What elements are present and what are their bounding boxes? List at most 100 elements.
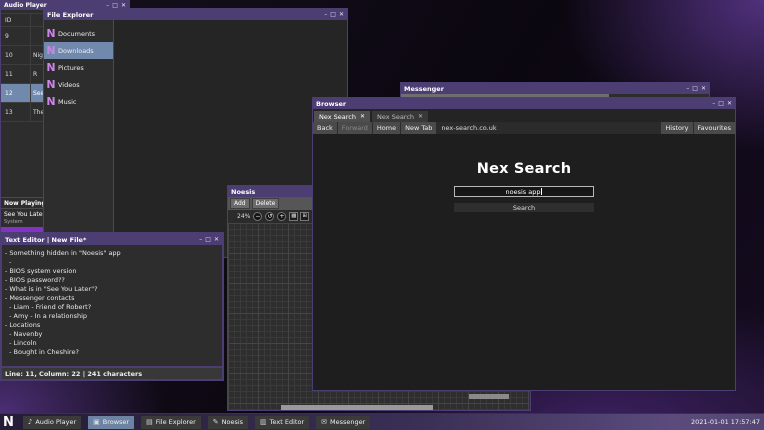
browser-nav-button[interactable]: Forward bbox=[338, 122, 373, 134]
folder-label: Downloads bbox=[58, 47, 94, 55]
taskbar-app-label: Noesis bbox=[222, 418, 243, 426]
taskbar-app-icon: ✉ bbox=[321, 419, 327, 426]
url-bar[interactable]: nex-search.co.uk bbox=[437, 122, 660, 134]
track-id: 9 bbox=[1, 27, 31, 45]
file-explorer-window-controls: – □ ✕ bbox=[324, 12, 344, 18]
taskbar-app-label: File Explorer bbox=[156, 418, 196, 426]
sidebar-folder-item[interactable]: N Videos bbox=[44, 76, 113, 93]
minimize-icon[interactable]: – bbox=[324, 12, 327, 18]
browser-menu-button[interactable]: Favourites bbox=[693, 122, 735, 134]
browser-titlebar[interactable]: Browser – □ ✕ bbox=[313, 98, 735, 109]
taskbar-app-button[interactable]: ▣ Browser bbox=[88, 416, 134, 429]
browser-nav-button[interactable]: Home bbox=[373, 122, 401, 134]
editor-line: - Something hidden in "Noesis" app bbox=[5, 249, 219, 258]
taskbar-app-button[interactable]: ♪ Audio Player bbox=[23, 416, 81, 429]
taskbar-app-icon: ▣ bbox=[93, 419, 100, 426]
taskbar: N ♪ Audio Player ▣ Browser ▤ File Explor… bbox=[0, 413, 764, 430]
sidebar-folder-item[interactable]: N Downloads bbox=[44, 42, 113, 59]
tab-label: Nex Search bbox=[319, 113, 356, 121]
browser-nav-buttons: BackForwardHomeNew Tab bbox=[313, 122, 437, 134]
editor-line: - Bought in Cheshire? bbox=[5, 348, 219, 357]
tab-close-icon[interactable]: ✕ bbox=[418, 113, 423, 120]
close-icon[interactable]: ✕ bbox=[727, 101, 732, 107]
taskbar-app-icon: ▤ bbox=[146, 419, 153, 426]
maximize-icon[interactable]: □ bbox=[205, 237, 211, 243]
desktop: Audio Player – □ ✕ ID 9 10 Nigh bbox=[0, 0, 764, 430]
canvas-toggle-button[interactable]: ⊞ bbox=[300, 212, 309, 221]
noesis-toolbar-button[interactable]: Add bbox=[230, 198, 250, 209]
editor-line: - bbox=[5, 258, 219, 267]
minimize-icon[interactable]: – bbox=[199, 237, 202, 243]
messenger-titlebar[interactable]: Messenger – □ ✕ bbox=[401, 83, 709, 94]
browser-window-controls: – □ ✕ bbox=[712, 101, 732, 107]
folder-n-icon: N bbox=[45, 79, 57, 90]
minimize-icon[interactable]: – bbox=[686, 86, 689, 92]
editor-line: - Amy - In a relationship bbox=[5, 312, 219, 321]
folder-n-icon: N bbox=[45, 45, 57, 56]
noesis-toolbar-button[interactable]: Delete bbox=[252, 198, 280, 209]
search-input[interactable]: noesis app bbox=[454, 186, 594, 197]
taskbar-app-button[interactable]: ✎ Noesis bbox=[208, 416, 248, 429]
close-icon[interactable]: ✕ bbox=[701, 86, 706, 92]
canvas-toggles: ▦⊞ bbox=[289, 212, 309, 221]
search-input-value: noesis app bbox=[506, 188, 541, 196]
editor-line: - BIOS system version bbox=[5, 267, 219, 276]
folder-n-icon: N bbox=[45, 28, 57, 39]
zoom-control-button[interactable]: + bbox=[277, 212, 286, 221]
search-button[interactable]: Search bbox=[454, 203, 594, 212]
browser-tab[interactable]: Nex Search ✕ bbox=[314, 111, 370, 122]
taskbar-app-label: Browser bbox=[103, 418, 129, 426]
text-editor-titlebar[interactable]: Text Editor | New File* – □ ✕ bbox=[2, 234, 222, 245]
taskbar-app-label: Audio Player bbox=[35, 418, 76, 426]
canvas-scrollbar-thumb[interactable] bbox=[469, 394, 509, 399]
browser-menu-button[interactable]: History bbox=[660, 122, 692, 134]
folder-sidebar: N Documents N Downloads N Pictures N Vid… bbox=[44, 20, 114, 257]
editor-text-area[interactable]: - Something hidden in "Noesis" app -- BI… bbox=[2, 245, 222, 366]
zoom-control-button[interactable]: ↺ bbox=[265, 212, 274, 221]
taskbar-app-icon: ♪ bbox=[28, 419, 32, 426]
text-cursor bbox=[541, 188, 542, 195]
id-column-header: ID bbox=[1, 14, 31, 26]
maximize-icon[interactable]: □ bbox=[718, 101, 724, 107]
taskbar-app-button[interactable]: ✉ Messenger bbox=[316, 416, 370, 429]
maximize-icon[interactable]: □ bbox=[330, 12, 336, 18]
browser-title: Browser bbox=[316, 100, 712, 108]
close-icon[interactable]: ✕ bbox=[339, 12, 344, 18]
editor-status-bar: Line: 11, Column: 22 | 241 characters bbox=[2, 366, 222, 379]
minimize-icon[interactable]: – bbox=[712, 101, 715, 107]
sidebar-folder-item[interactable]: N Music bbox=[44, 93, 113, 110]
close-icon[interactable]: ✕ bbox=[214, 237, 219, 243]
editor-line: - What is in "See You Later"? bbox=[5, 285, 219, 294]
folder-label: Videos bbox=[58, 81, 80, 89]
editor-line: - BIOS password?? bbox=[5, 276, 219, 285]
horizontal-scrollbar-thumb[interactable] bbox=[281, 405, 433, 410]
sidebar-folder-item[interactable]: N Pictures bbox=[44, 59, 113, 76]
folder-label: Documents bbox=[58, 30, 95, 38]
tab-close-icon[interactable]: ✕ bbox=[360, 113, 365, 120]
browser-window: Browser – □ ✕ Nex Search ✕ Nex Search ✕ … bbox=[312, 97, 736, 391]
file-explorer-title: File Explorer bbox=[47, 11, 324, 19]
search-engine-heading: Nex Search bbox=[313, 161, 735, 177]
text-editor-window-controls: – □ ✕ bbox=[199, 237, 219, 243]
start-menu-n-logo[interactable]: N bbox=[3, 416, 14, 429]
taskbar-app-button[interactable]: ▥ Text Editor bbox=[255, 416, 309, 429]
browser-nav-button[interactable]: Back bbox=[313, 122, 338, 134]
editor-line: - Navenby bbox=[5, 330, 219, 339]
taskbar-items: ♪ Audio Player ▣ Browser ▤ File Explorer… bbox=[23, 416, 370, 429]
taskbar-app-button[interactable]: ▤ File Explorer bbox=[141, 416, 201, 429]
taskbar-clock: 2021-01-01 17:57:47 bbox=[691, 418, 760, 426]
sidebar-folder-item[interactable]: N Documents bbox=[44, 25, 113, 42]
browser-page: Nex Search noesis app Search bbox=[313, 134, 735, 390]
browser-tab[interactable]: Nex Search ✕ bbox=[372, 111, 428, 122]
zoom-controls: −↺+ bbox=[253, 212, 286, 221]
canvas-toggle-button[interactable]: ▦ bbox=[289, 212, 298, 221]
zoom-control-button[interactable]: − bbox=[253, 212, 262, 221]
text-editor-title: Text Editor | New File* bbox=[5, 236, 199, 244]
browser-right-buttons: HistoryFavourites bbox=[660, 122, 735, 134]
maximize-icon[interactable]: □ bbox=[692, 86, 698, 92]
folder-label: Music bbox=[58, 98, 77, 106]
browser-nav-button[interactable]: New Tab bbox=[401, 122, 437, 134]
browser-tab-bar: Nex Search ✕ Nex Search ✕ bbox=[313, 109, 735, 122]
file-explorer-titlebar[interactable]: File Explorer – □ ✕ bbox=[44, 9, 347, 20]
messenger-window-controls: – □ ✕ bbox=[686, 86, 706, 92]
